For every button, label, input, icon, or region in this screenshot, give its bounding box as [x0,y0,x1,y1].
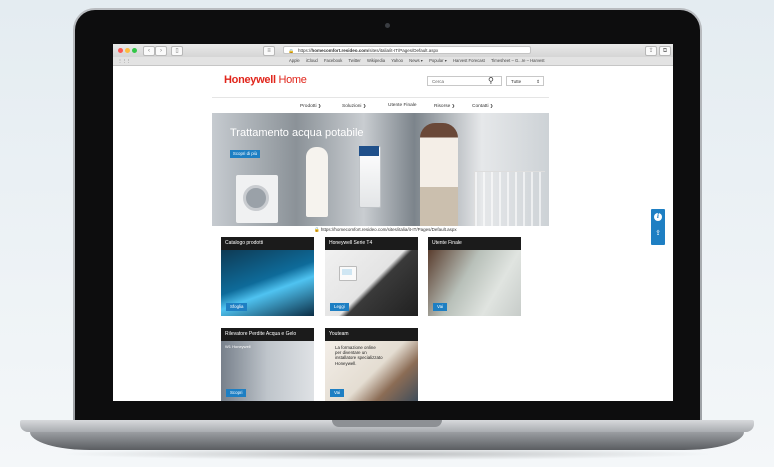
laptop-base-bottom [30,432,744,450]
card-title: Utente Finale [432,240,462,246]
drying-rack-image [474,171,545,226]
hero-title: Trattamento acqua potabile [230,127,364,139]
forward-arrow-icon[interactable]: › [155,46,167,56]
chevron-down-icon: ❯ [451,103,455,108]
card-youteam[interactable]: Youteam La formazione online per diventa… [325,328,418,401]
chevron-down-icon: ❯ [489,103,494,108]
card-subtitle: W1 Honeywell [225,344,251,349]
reader-icon[interactable]: ≡ [263,46,275,56]
nav-label: Contatti [472,104,489,109]
side-toolbar: i ⇪ [651,209,665,245]
bookmark-item[interactable]: Facebook [324,58,342,63]
bookmark-item[interactable]: News ▾ [409,58,423,63]
share-icon[interactable]: ⇪ [654,229,662,239]
bookmark-item[interactable]: Popular ▾ [429,58,447,63]
card-title: Honeywell Serie T4 [329,240,373,246]
nav-item-prodotti[interactable]: Prodotti ❯ [300,98,321,114]
card-utente-finale[interactable]: Utente Finale Vai [428,237,521,316]
minimize-window-button[interactable] [125,48,130,53]
logo-brand: Honeywell [224,74,276,86]
nav-label: Soluzioni [342,104,362,109]
url-path: /sites/italia/it-IT/Pages/Default.aspx [368,48,439,53]
bookmark-item[interactable]: iCloud [306,58,318,63]
bookmark-item[interactable]: Apple [289,58,300,63]
info-icon[interactable]: i [654,213,662,221]
tabs-overview-icon[interactable]: ⧉ [659,46,671,56]
card-title: Catalogo prodotti [225,240,264,246]
nav-label: Risorse [434,104,451,109]
logo-suffix: Home [275,74,307,86]
bookmark-item[interactable]: Twitter [348,58,360,63]
status-url-text: https://homecomfort.resideo.com/sites/it… [320,227,457,232]
url-host: homecomfort.resideo.com [311,48,369,53]
card-button[interactable]: Vai [330,389,345,397]
url-prefix: https:// [298,48,312,53]
status-url: 🔒 https://homecomfort.resideo.com/sites/… [314,227,457,233]
card-button[interactable]: Sfoglia [226,303,248,311]
search-icon[interactable]: ⚲ [488,76,494,85]
woman-figure-image [420,123,458,226]
close-window-button[interactable] [118,48,123,53]
card-serie-t4[interactable]: Honeywell Serie T4 Leggi [325,237,418,316]
laptop-notch [332,420,442,427]
updown-chevron-icon: ⇕ [536,79,540,84]
card-catalogo[interactable]: Catalogo prodotti Sfoglia [221,237,314,316]
scope-selected: Tutte [511,79,522,84]
camera-icon [385,23,390,28]
discover-button[interactable]: Scopri di più [230,150,260,158]
card-title: Rilevatore Perdite Acqua e Gelo [225,331,297,337]
grid-apps-icon[interactable]: ⋮⋮⋮ [118,57,131,65]
nav-label: Prodotti [300,104,317,109]
card-title: Youteam [329,331,349,337]
chevron-down-icon: ❯ [317,103,322,108]
chevron-down-icon: ❯ [362,103,367,108]
nav-item-contatti[interactable]: Contatti ❯ [472,98,493,114]
lock-icon: 🔒 [288,49,295,54]
site-header: Honeywell Home Cerca ⚲ Tutte ⇕ [212,74,549,96]
nav-label: Utente Finale [388,103,417,108]
washer-door [243,185,269,211]
main-nav: Prodotti ❯ Soluzioni ❯ Utente Finale Ris… [212,97,549,114]
laptop-screen: ‹ › ▯ ≡ 🔒 https://homecomfort.resideo.co… [113,44,673,401]
bookmark-item[interactable]: Harvest Forecast [453,58,485,63]
nav-item-utente-finale[interactable]: Utente Finale [388,98,417,113]
sidebar-icon[interactable]: ▯ [171,46,183,56]
thermostat-screen [342,269,352,275]
share-button-icon[interactable]: ⇪ [645,46,657,56]
zoom-window-button[interactable] [132,48,137,53]
card-button[interactable]: Vai [433,303,448,311]
nav-item-risorse[interactable]: Risorse ❯ [434,98,455,114]
bookmark-list: Apple iCloud Facebook Twitter Wikipedia … [289,57,550,65]
bookmark-item[interactable]: Wikipedia [367,58,385,63]
softener-top [359,146,379,156]
address-bar[interactable]: 🔒 https://homecomfort.resideo.com/sites/… [283,46,531,54]
search-scope-select[interactable]: Tutte ⇕ [506,76,544,86]
card-text: La formazione online per diventare un in… [335,345,383,366]
honeywell-home-logo[interactable]: Honeywell Home [224,74,307,86]
bookmark-item[interactable]: Timesheet – G...re – Harvest [491,58,545,63]
nav-item-soluzioni[interactable]: Soluzioni ❯ [342,98,366,114]
web-page: Honeywell Home Cerca ⚲ Tutte ⇕ Prodotti … [113,66,673,401]
lock-icon: 🔒 [314,227,320,232]
child-figure-image [306,147,328,217]
hero-banner: Trattamento acqua potabile Scopri di più [212,113,549,226]
card-rilevatore[interactable]: Rilevatore Perdite Acqua e Gelo W1 Honey… [221,328,314,401]
bookmark-item[interactable]: Yahoo [391,58,403,63]
card-button[interactable]: Scopri [226,389,247,397]
back-arrow-icon[interactable]: ‹ [143,46,155,56]
bookmarks-bar: ⋮⋮⋮ Apple iCloud Facebook Twitter Wikipe… [113,57,673,66]
browser-toolbar: ‹ › ▯ ≡ 🔒 https://homecomfort.resideo.co… [113,44,673,58]
card-button[interactable]: Leggi [330,303,349,311]
